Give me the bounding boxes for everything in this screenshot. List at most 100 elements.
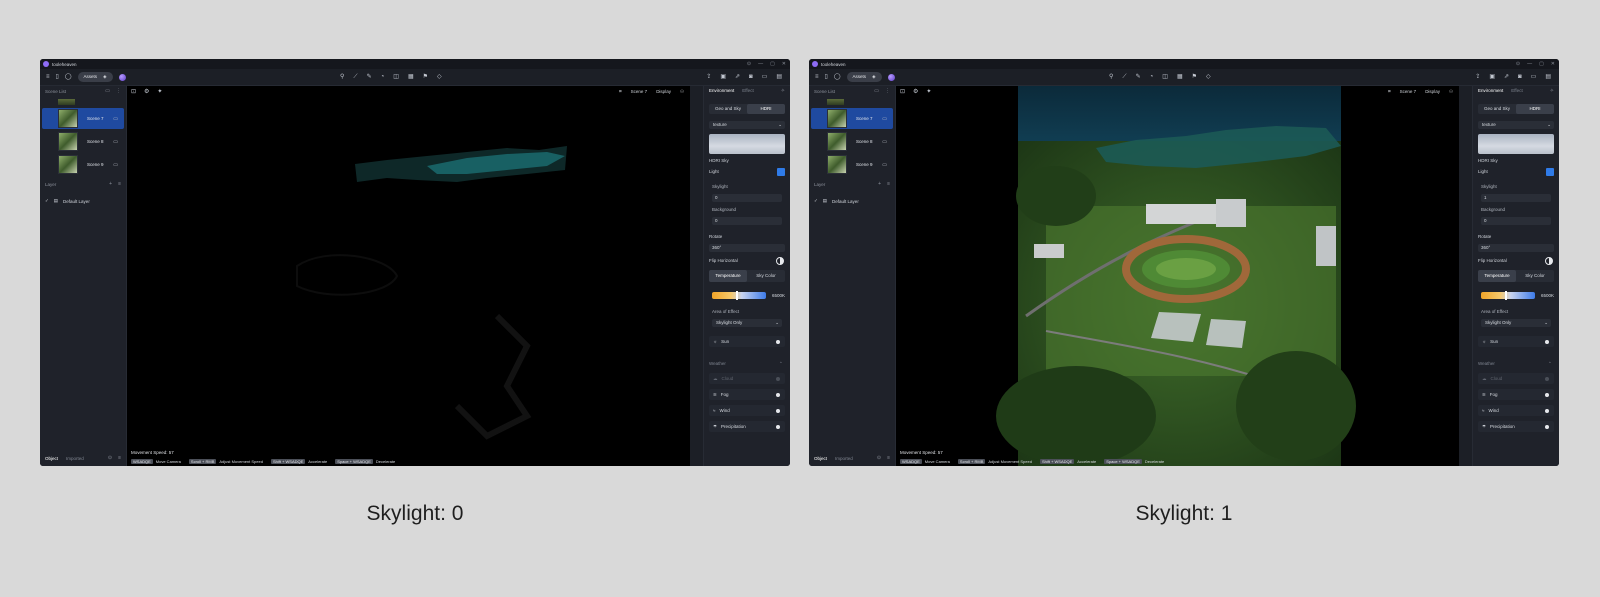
camera-icon[interactable]: ▭ — [113, 139, 118, 145]
camera-icon[interactable]: ▭ — [113, 162, 118, 168]
flag-icon[interactable]: ⚑ — [1192, 72, 1197, 82]
locate-icon[interactable]: ⊙ — [877, 455, 881, 461]
photo-icon[interactable]: ◙ — [749, 72, 753, 82]
sphere-icon[interactable]: ◔ — [1150, 72, 1154, 82]
skylight-input[interactable]: 0 — [712, 194, 782, 202]
scene-item-7[interactable]: Scene 7 ▭ — [42, 108, 124, 129]
user-icon[interactable]: ⚇ — [1449, 89, 1453, 95]
globe-icon[interactable] — [887, 73, 895, 81]
video-icon[interactable]: ▭ — [1531, 72, 1537, 82]
help-icon[interactable]: ⊙ — [747, 61, 751, 67]
camera-icon[interactable]: ▭ — [882, 139, 887, 145]
list-icon[interactable]: ≡ — [887, 181, 890, 187]
settings-icon[interactable]: ⚙ — [144, 88, 149, 95]
upload-icon[interactable]: ⇪ — [706, 72, 711, 82]
camera-icon[interactable]: ▣ — [1489, 72, 1495, 82]
scene-item-8[interactable]: Scene 8 ▭ — [42, 131, 124, 152]
locate-icon[interactable]: ⊙ — [108, 455, 112, 461]
temperature-slider[interactable] — [712, 291, 766, 300]
export-icon[interactable]: ⇗ — [735, 72, 740, 82]
measure-icon[interactable]: ⟋ — [1122, 72, 1126, 82]
pin-icon[interactable]: ⚲ — [340, 72, 344, 82]
hdri-option[interactable]: HDRI — [747, 104, 785, 114]
brush-icon[interactable]: ✎ — [367, 72, 372, 82]
menu-icon[interactable]: ≡ — [815, 72, 819, 82]
temperature-option[interactable]: Temperature — [1478, 270, 1516, 282]
video-icon[interactable]: ▭ — [762, 72, 768, 82]
wind-toggle[interactable] — [776, 408, 780, 413]
box-icon[interactable]: ◫ — [1162, 72, 1168, 82]
camera-icon[interactable]: ▭ — [882, 162, 887, 168]
tab-imported[interactable]: Imported — [835, 456, 853, 461]
precipitation-toggle[interactable] — [1545, 424, 1549, 429]
scene-item-9[interactable]: Scene 9 ▭ — [811, 154, 893, 175]
wind-row[interactable]: ≈ Wind — [1478, 405, 1554, 416]
sky-mode-toggle[interactable]: Geo and Sky HDRI — [709, 104, 785, 114]
fog-row[interactable]: ≋ Fog — [1478, 389, 1554, 400]
pin-icon[interactable]: ✧ — [781, 88, 785, 94]
temperature-option[interactable]: Temperature — [709, 270, 747, 282]
minimize-icon[interactable]: — — [1527, 61, 1532, 67]
tab-imported[interactable]: Imported — [66, 456, 84, 461]
precipitation-toggle[interactable] — [776, 424, 780, 429]
file-icon[interactable]: ▯ — [56, 72, 59, 82]
box-icon[interactable]: ◫ — [393, 72, 399, 82]
grid-icon[interactable]: ▦ — [1177, 72, 1183, 82]
flip-horizontal-toggle[interactable] — [776, 257, 784, 265]
color-mode-toggle[interactable]: Temperature Sky Color — [709, 270, 785, 282]
wind-toggle[interactable] — [1545, 408, 1549, 413]
tab-object[interactable]: Object — [45, 456, 58, 461]
list-icon[interactable]: ≡ — [118, 181, 121, 187]
background-input[interactable]: 0 — [1481, 217, 1551, 225]
wind-row[interactable]: ≈ Wind — [709, 405, 785, 416]
tab-environment[interactable]: Environment — [1478, 88, 1503, 93]
fog-toggle[interactable] — [776, 392, 780, 397]
flag-icon[interactable]: ⚑ — [423, 72, 428, 82]
fog-toggle[interactable] — [1545, 392, 1549, 397]
background-input[interactable]: 0 — [712, 217, 782, 225]
assets-button[interactable]: Assets ◈ — [846, 72, 882, 82]
list-icon[interactable]: ≡ — [887, 455, 890, 461]
rotate-input[interactable]: 360° — [709, 244, 785, 252]
add-scene-icon[interactable]: ▭ — [874, 88, 879, 94]
chevron-up-icon[interactable]: ⌃ — [779, 361, 783, 367]
sun-row[interactable]: ☼ Sun — [1478, 336, 1554, 347]
precipitation-row[interactable]: ☂ Precipitation — [1478, 421, 1554, 432]
wand-icon[interactable]: ✦ — [926, 88, 931, 95]
display-button[interactable]: Display — [1425, 89, 1440, 95]
close-icon[interactable]: ✕ — [1551, 61, 1555, 67]
skylight-input[interactable]: 1 — [1481, 194, 1551, 202]
scene-item-7[interactable]: Scene 7 ▭ — [811, 108, 893, 129]
frame-icon[interactable]: ⌗ — [619, 89, 622, 95]
display-button[interactable]: Display — [656, 89, 671, 95]
wand-icon[interactable]: ✦ — [157, 88, 162, 95]
add-shape-icon[interactable]: ⊡ — [131, 88, 136, 95]
maximize-icon[interactable]: ▢ — [770, 61, 775, 67]
texture-dropdown[interactable]: texture ⌄ — [1478, 121, 1554, 129]
photo-icon[interactable]: ◙ — [1518, 72, 1522, 82]
menu-icon[interactable]: ≡ — [46, 72, 50, 82]
chat-icon[interactable]: ◯ — [834, 72, 841, 82]
flip-horizontal-toggle[interactable] — [1545, 257, 1553, 265]
camera-icon[interactable]: ▭ — [113, 116, 118, 122]
camera-icon[interactable]: ▭ — [882, 116, 887, 122]
frame-icon[interactable]: ⌗ — [1388, 89, 1391, 95]
light-toggle[interactable] — [777, 168, 785, 176]
layer-item-default[interactable]: ✓ ▤ Default Layer — [814, 198, 859, 204]
sun-toggle[interactable] — [1545, 339, 1549, 344]
close-icon[interactable]: ✕ — [782, 61, 786, 67]
area-of-effect-dropdown[interactable]: Skylight Only ⌄ — [712, 319, 782, 327]
temperature-handle[interactable] — [736, 291, 739, 300]
more-icon[interactable]: ⋮ — [885, 88, 890, 94]
settings-icon[interactable]: ⚙ — [913, 88, 918, 95]
add-layer-icon[interactable]: + — [109, 181, 112, 187]
tab-environment[interactable]: Environment — [709, 88, 734, 93]
temperature-slider[interactable] — [1481, 291, 1535, 300]
check-icon[interactable]: ✓ — [45, 198, 49, 204]
help-icon[interactable]: ⊙ — [1516, 61, 1520, 67]
geo-and-sky-option[interactable]: Geo and Sky — [1478, 104, 1516, 114]
check-icon[interactable]: ✓ — [814, 198, 818, 204]
sky-mode-toggle[interactable]: Geo and Sky HDRI — [1478, 104, 1554, 114]
save-icon[interactable]: ▤ — [1545, 72, 1551, 82]
save-icon[interactable]: ▤ — [776, 72, 782, 82]
